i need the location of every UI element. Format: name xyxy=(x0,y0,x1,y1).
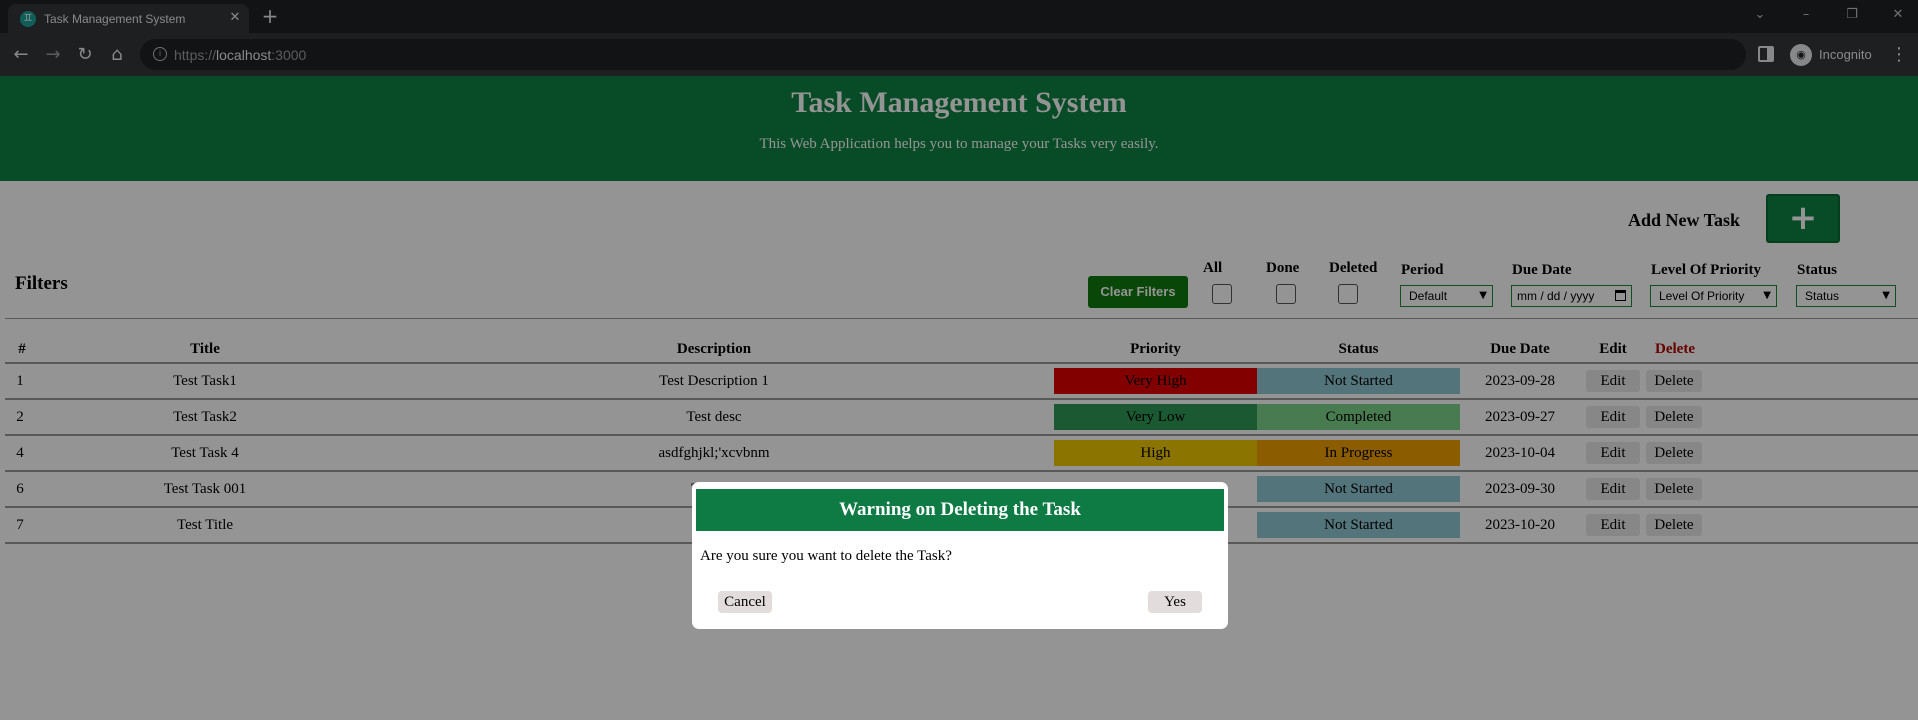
cancel-button[interactable]: Cancel xyxy=(718,591,772,613)
dialog-message: Are you sure you want to delete the Task… xyxy=(700,548,952,564)
delete-confirmation-dialog: Warning on Deleting the Task Are you sur… xyxy=(692,482,1228,629)
confirm-yes-button[interactable]: Yes xyxy=(1148,591,1202,613)
dialog-title: Warning on Deleting the Task xyxy=(696,489,1224,531)
